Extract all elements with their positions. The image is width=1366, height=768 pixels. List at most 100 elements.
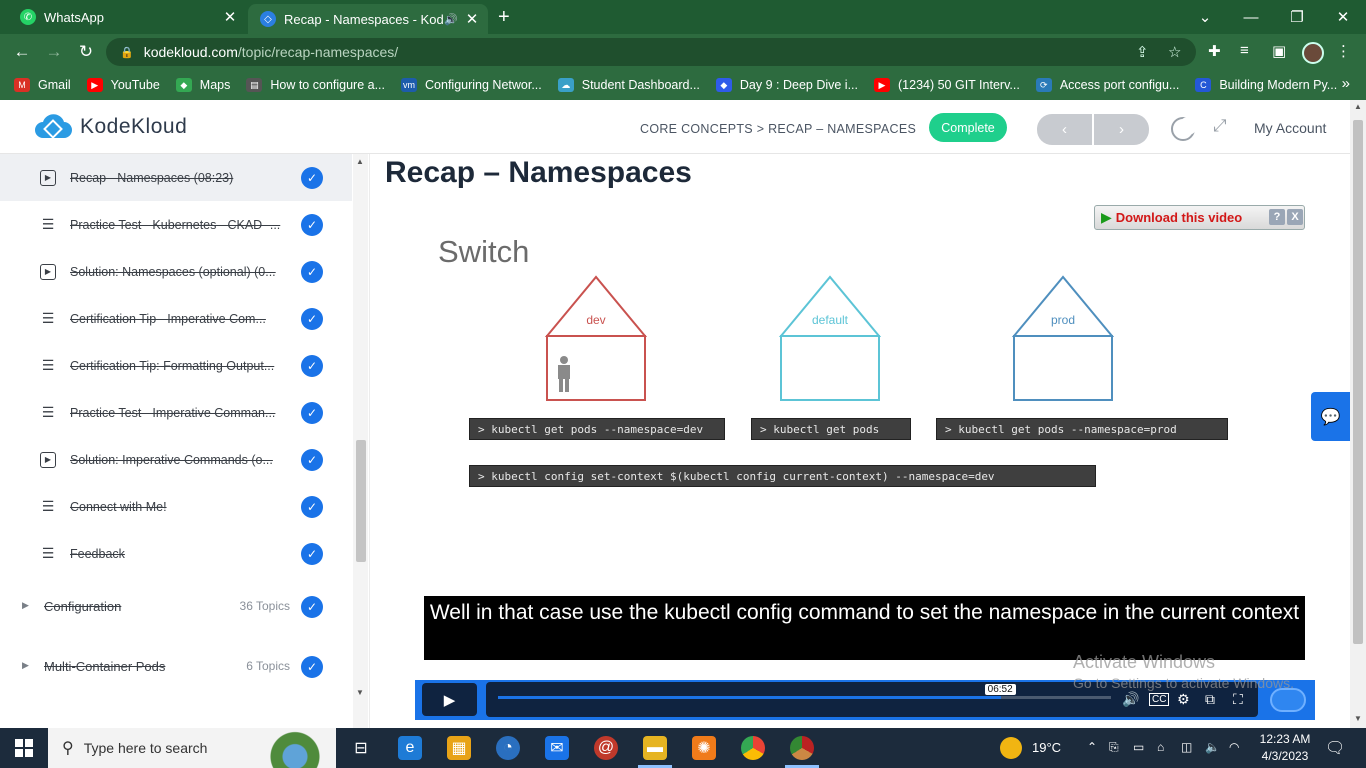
connect-icon[interactable]: ▭ <box>1133 740 1144 754</box>
progress-bar[interactable]: 06:52 <box>498 684 1111 699</box>
lesson-item[interactable]: ☰ Practice Test - Imperative Comman... ✓ <box>0 389 352 436</box>
meet-now-icon[interactable]: ◫ <box>1181 740 1192 754</box>
scroll-down-icon[interactable]: ▼ <box>356 688 364 697</box>
speaker-icon[interactable]: 🔈 <box>1205 740 1220 754</box>
more-bookmarks-icon[interactable]: » <box>1342 75 1350 92</box>
section-item[interactable]: ▶ Configuration 36 Topics ✓ <box>0 582 352 632</box>
avatar[interactable] <box>1302 42 1324 64</box>
help-icon[interactable]: ? <box>1269 209 1285 225</box>
settings-app-icon[interactable]: ✺ <box>692 736 716 760</box>
share-icon[interactable]: ⇪ <box>1136 43 1149 61</box>
command-prod: > kubectl get pods --namespace=prod <box>936 418 1228 440</box>
lesson-item[interactable]: ▶ Solution: Imperative Commands (o... ✓ <box>0 436 352 483</box>
bookmark-item[interactable]: ◆ Day 9 : Deep Dive i... <box>715 78 858 92</box>
page-scrollbar[interactable]: ▲ ▼ <box>1350 100 1366 728</box>
back-icon[interactable]: ← <box>10 40 34 64</box>
page-scroll-thumb[interactable] <box>1353 120 1363 644</box>
minimize-icon[interactable]: — <box>1228 0 1274 34</box>
network-adapter-icon[interactable]: ⎘ <box>1109 740 1119 755</box>
bookmark-item[interactable]: ☁ Student Dashboard... <box>557 78 700 92</box>
forward-icon[interactable]: → <box>42 40 66 64</box>
namespace-house-dev: dev <box>544 275 648 401</box>
usb-icon[interactable]: ⌂ <box>1157 740 1164 754</box>
chrome-icon[interactable] <box>741 736 765 760</box>
c-icon: C <box>1195 78 1212 92</box>
scroll-down-icon[interactable]: ▼ <box>1354 714 1362 723</box>
lesson-item[interactable]: ☰ Certification Tip: Formatting Output...… <box>0 342 352 389</box>
url-path: /topic/recap-namespaces/ <box>237 44 399 60</box>
chat-feedback-button[interactable]: 💬 <box>1311 392 1350 441</box>
menu-icon[interactable]: ⋮ <box>1336 42 1351 60</box>
complete-button[interactable]: Complete <box>929 113 1007 142</box>
weather-sun-icon[interactable] <box>1000 737 1022 759</box>
close-icon[interactable]: ✕ <box>462 10 482 28</box>
fullscreen-icon[interactable]: ⛶ <box>1233 691 1243 708</box>
snail-app-icon[interactable]: @ <box>594 736 618 760</box>
address-bar: ← → ↻ 🔒 kodekloud.com/topic/recap-namesp… <box>0 34 1366 70</box>
lesson-title: Certification Tip: Formatting Output... <box>70 358 275 373</box>
tab-whatsapp[interactable]: ✆ WhatsApp ✕ <box>8 0 246 34</box>
window-close-icon[interactable]: ✕ <box>1320 0 1366 34</box>
bookmark-item[interactable]: ▤ How to configure a... <box>246 78 385 92</box>
lesson-item[interactable]: ☰ Connect with Me! ✓ <box>0 483 352 530</box>
side-panel-icon[interactable]: ▣ <box>1272 42 1286 60</box>
scroll-up-icon[interactable]: ▲ <box>356 157 364 166</box>
next-lesson-button[interactable]: › <box>1094 114 1149 145</box>
lesson-item[interactable]: ☰ Certification Tip - Imperative Com... ✓ <box>0 295 352 342</box>
lesson-item[interactable]: ▶ Recap - Namespaces (08:23) ✓ <box>0 154 352 201</box>
settings-gear-icon[interactable]: ⚙ <box>1177 691 1190 708</box>
bookmark-item[interactable]: ⟳ Access port configu... <box>1035 78 1179 92</box>
system-clock[interactable]: 12:23 AM 4/3/2023 <box>1250 731 1320 765</box>
store-icon[interactable]: ▦ <box>447 736 471 760</box>
previous-lesson-button[interactable]: ‹ <box>1037 114 1092 145</box>
expand-triangle-icon[interactable]: ▶ <box>22 660 29 671</box>
mail-icon[interactable]: ✉ <box>545 736 569 760</box>
windows-start-icon[interactable] <box>15 739 33 757</box>
reload-icon[interactable]: ↻ <box>74 40 98 64</box>
file-explorer-icon[interactable]: ▬ <box>643 736 667 760</box>
edge-icon[interactable]: e <box>398 736 422 760</box>
kodekloud-favicon-icon: ◇ <box>260 11 276 27</box>
section-item[interactable]: ▶ Multi-Container Pods 6 Topics ✓ <box>0 642 352 692</box>
tab-search-icon[interactable]: ⌄ <box>1182 0 1228 34</box>
close-icon[interactable]: X <box>1287 209 1303 225</box>
weather-temp[interactable]: 19°C <box>1032 740 1061 755</box>
volume-icon[interactable]: 🔊 <box>1122 691 1139 708</box>
bookmark-item[interactable]: M Gmail <box>14 78 71 92</box>
extensions-icon[interactable]: ✚ <box>1208 42 1221 60</box>
skype-icon[interactable]: ◔ <box>496 736 520 760</box>
bookmark-item[interactable]: ◆ Maps <box>175 78 230 92</box>
lesson-item[interactable]: ▶ Solution: Namespaces (optional) (0... ✓ <box>0 248 352 295</box>
fullscreen-icon[interactable]: ⤢ <box>1213 116 1227 136</box>
dark-mode-icon[interactable] <box>1171 117 1197 141</box>
reading-list-icon[interactable]: ≡ <box>1240 42 1249 59</box>
bookmark-item[interactable]: ▶ YouTube <box>86 78 160 92</box>
expand-triangle-icon[interactable]: ▶ <box>22 600 29 611</box>
close-icon[interactable]: ✕ <box>220 8 240 26</box>
url-input[interactable]: 🔒 kodekloud.com/topic/recap-namespaces/ … <box>106 38 1196 66</box>
show-hidden-icons-icon[interactable]: ⌃ <box>1087 740 1097 754</box>
bookmark-item[interactable]: vm Configuring Networ... <box>401 78 542 92</box>
clock-date: 4/3/2023 <box>1261 749 1309 763</box>
kodekloud-logo[interactable]: KodeKloud <box>34 114 187 140</box>
picture-in-picture-icon[interactable]: ⧉ <box>1205 691 1215 708</box>
chrome-active-icon[interactable] <box>790 736 814 760</box>
task-view-icon[interactable]: ⊟ <box>349 736 373 760</box>
bookmark-star-icon[interactable]: ☆ <box>1168 43 1181 61</box>
my-account-link[interactable]: My Account <box>1254 120 1326 136</box>
lesson-item[interactable]: ☰ Practice Test - Kubernetes - CKAD -... ✓ <box>0 201 352 248</box>
new-tab-icon[interactable]: + <box>498 6 510 29</box>
restore-icon[interactable]: ❐ <box>1274 0 1320 34</box>
lesson-item[interactable]: ☰ Feedback ✓ <box>0 530 352 577</box>
bookmark-item[interactable]: ▶ (1234) 50 GIT Interv... <box>874 78 1020 92</box>
speaker-icon[interactable]: 🔊 <box>444 13 458 26</box>
play-button[interactable]: ▶ <box>422 683 477 716</box>
notifications-icon[interactable]: 🗨 <box>1325 738 1345 758</box>
captions-icon[interactable]: CC <box>1149 693 1170 706</box>
wifi-icon[interactable]: ◠ <box>1229 740 1239 754</box>
tab-recap-namespaces[interactable]: ◇ Recap - Namespaces - KodeK 🔊 ✕ <box>248 4 488 34</box>
sidebar-scroll-thumb[interactable] <box>356 440 366 562</box>
download-video-button[interactable]: ▶ Download this video ? X <box>1094 205 1305 230</box>
scroll-up-icon[interactable]: ▲ <box>1354 102 1362 111</box>
bookmark-item[interactable]: C Building Modern Py... <box>1195 78 1337 92</box>
